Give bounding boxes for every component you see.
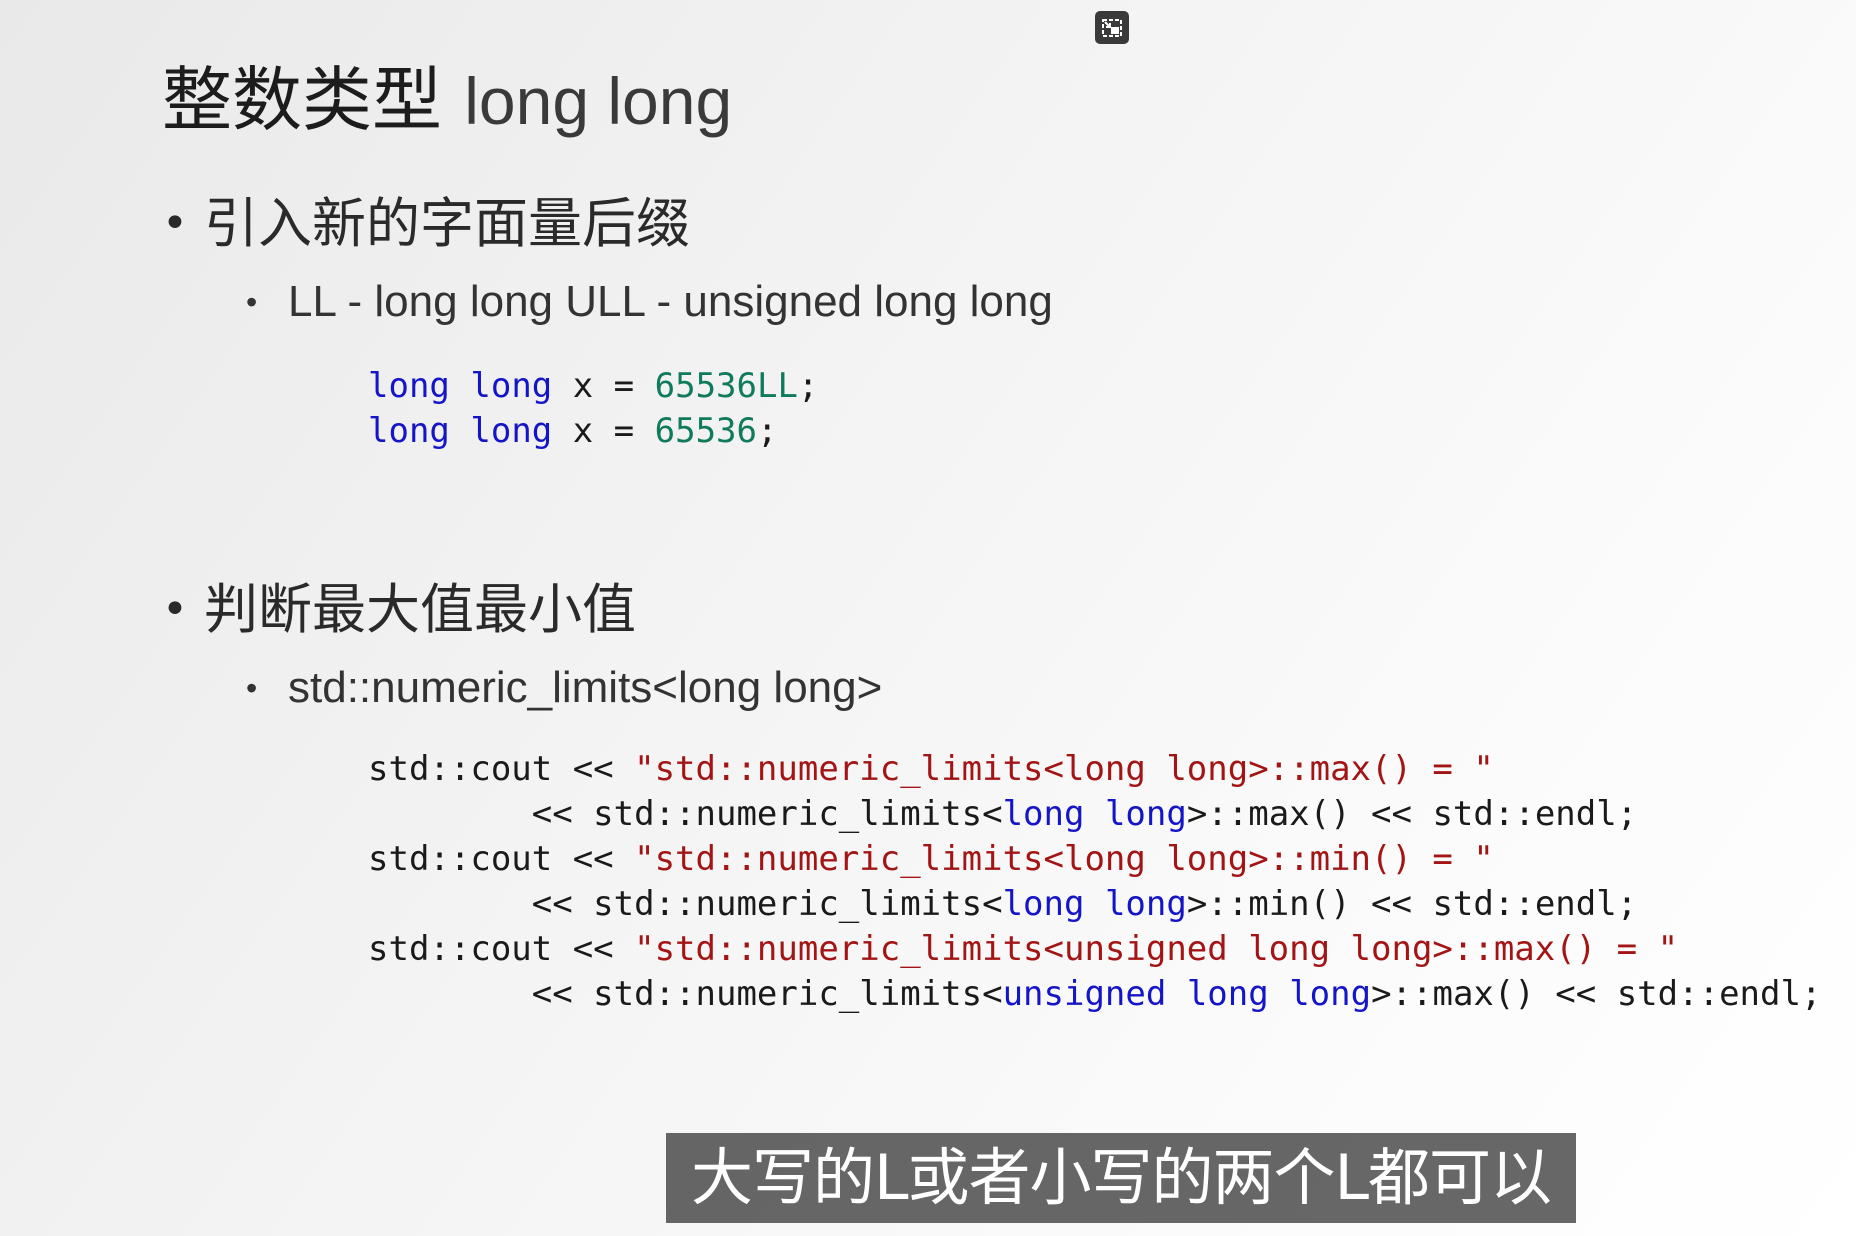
code-number: 65536LL	[654, 366, 798, 406]
code-keyword: long	[470, 411, 553, 451]
code-text: << std::numeric_limits<	[368, 794, 1003, 834]
code-string: "std::numeric_limits<long long>::min() =…	[634, 839, 1494, 879]
literal-suffix-code-block: long long x = 65536LL; long long x = 6553…	[368, 364, 818, 454]
section1-heading-text: 引入新的字面量后缀	[204, 192, 690, 255]
code-text: x =	[552, 366, 655, 406]
bullet-dot: •	[162, 198, 188, 249]
code-line: std::cout << "std::numeric_limits<long l…	[368, 747, 1821, 792]
code-line: << std::numeric_limits<long long>::max()…	[368, 792, 1821, 837]
code-text: << std::numeric_limits<	[368, 884, 1003, 924]
section2-subpoint: • std::numeric_limits<long long>	[246, 662, 882, 714]
section1-heading: • 引入新的字面量后缀	[162, 192, 690, 256]
slide-title: 整数类型 long long	[162, 58, 732, 143]
code-string: "std::numeric_limits<long long>::max() =…	[634, 749, 1494, 789]
code-keyword: long	[470, 366, 553, 406]
code-line: std::cout << "std::numeric_limits<long l…	[368, 837, 1821, 882]
exit-fullscreen-icon	[1102, 18, 1122, 37]
code-text: ;	[797, 366, 819, 406]
code-keyword: long	[1186, 974, 1269, 1014]
video-subtitle-text: 大写的L或者小写的两个L都可以	[690, 1141, 1552, 1214]
section1-subpoint-text: LL - long long ULL - unsigned long long	[288, 277, 1053, 326]
code-keyword: long	[1289, 974, 1372, 1014]
code-keyword: long	[368, 366, 450, 406]
code-text: std::cout <<	[368, 929, 635, 969]
code-text: << std::numeric_limits<	[368, 974, 1003, 1014]
video-subtitle: 大写的L或者小写的两个L都可以	[666, 1133, 1576, 1223]
section2-heading: • 判断最大值最小值	[162, 578, 636, 642]
code-string: "std::numeric_limits<unsigned long long>…	[634, 929, 1679, 969]
code-keyword: long	[368, 411, 450, 451]
exit-fullscreen-button[interactable]	[1095, 11, 1129, 44]
bullet-dot: •	[246, 670, 258, 706]
code-keyword: long	[1104, 884, 1187, 924]
bullet-dot: •	[246, 284, 258, 320]
numeric-limits-code-block: std::cout << "std::numeric_limits<long l…	[368, 747, 1821, 1017]
section1-subpoint: • LL - long long ULL - unsigned long long	[246, 276, 1053, 328]
code-keyword: long	[1002, 884, 1085, 924]
bullet-dot: •	[162, 584, 188, 635]
code-text: std::cout <<	[368, 839, 635, 879]
code-text: std::cout <<	[368, 749, 635, 789]
section2-subpoint-text: std::numeric_limits<long long>	[288, 663, 883, 712]
code-keyword: long	[1002, 794, 1085, 834]
code-keyword: unsigned	[1002, 974, 1167, 1014]
code-line: long long x = 65536LL;	[368, 364, 818, 409]
code-text: ;	[756, 411, 778, 451]
code-line: << std::numeric_limits<unsigned long lon…	[368, 972, 1822, 1017]
code-number: 65536	[654, 411, 757, 451]
code-text: x =	[552, 411, 655, 451]
code-line: << std::numeric_limits<long long>::min()…	[368, 882, 1821, 927]
code-text: >::max() << std::endl;	[1186, 794, 1638, 834]
code-text: >::max() << std::endl;	[1371, 974, 1822, 1014]
code-keyword: long	[1104, 794, 1187, 834]
code-text: >::min() << std::endl;	[1186, 884, 1638, 924]
section2-heading-text: 判断最大值最小值	[204, 578, 636, 641]
slide-title-latin: long long	[464, 64, 733, 138]
code-line: std::cout << "std::numeric_limits<unsign…	[368, 927, 1821, 972]
slide-title-cjk: 整数类型	[162, 59, 442, 141]
code-line: long long x = 65536;	[368, 409, 818, 454]
